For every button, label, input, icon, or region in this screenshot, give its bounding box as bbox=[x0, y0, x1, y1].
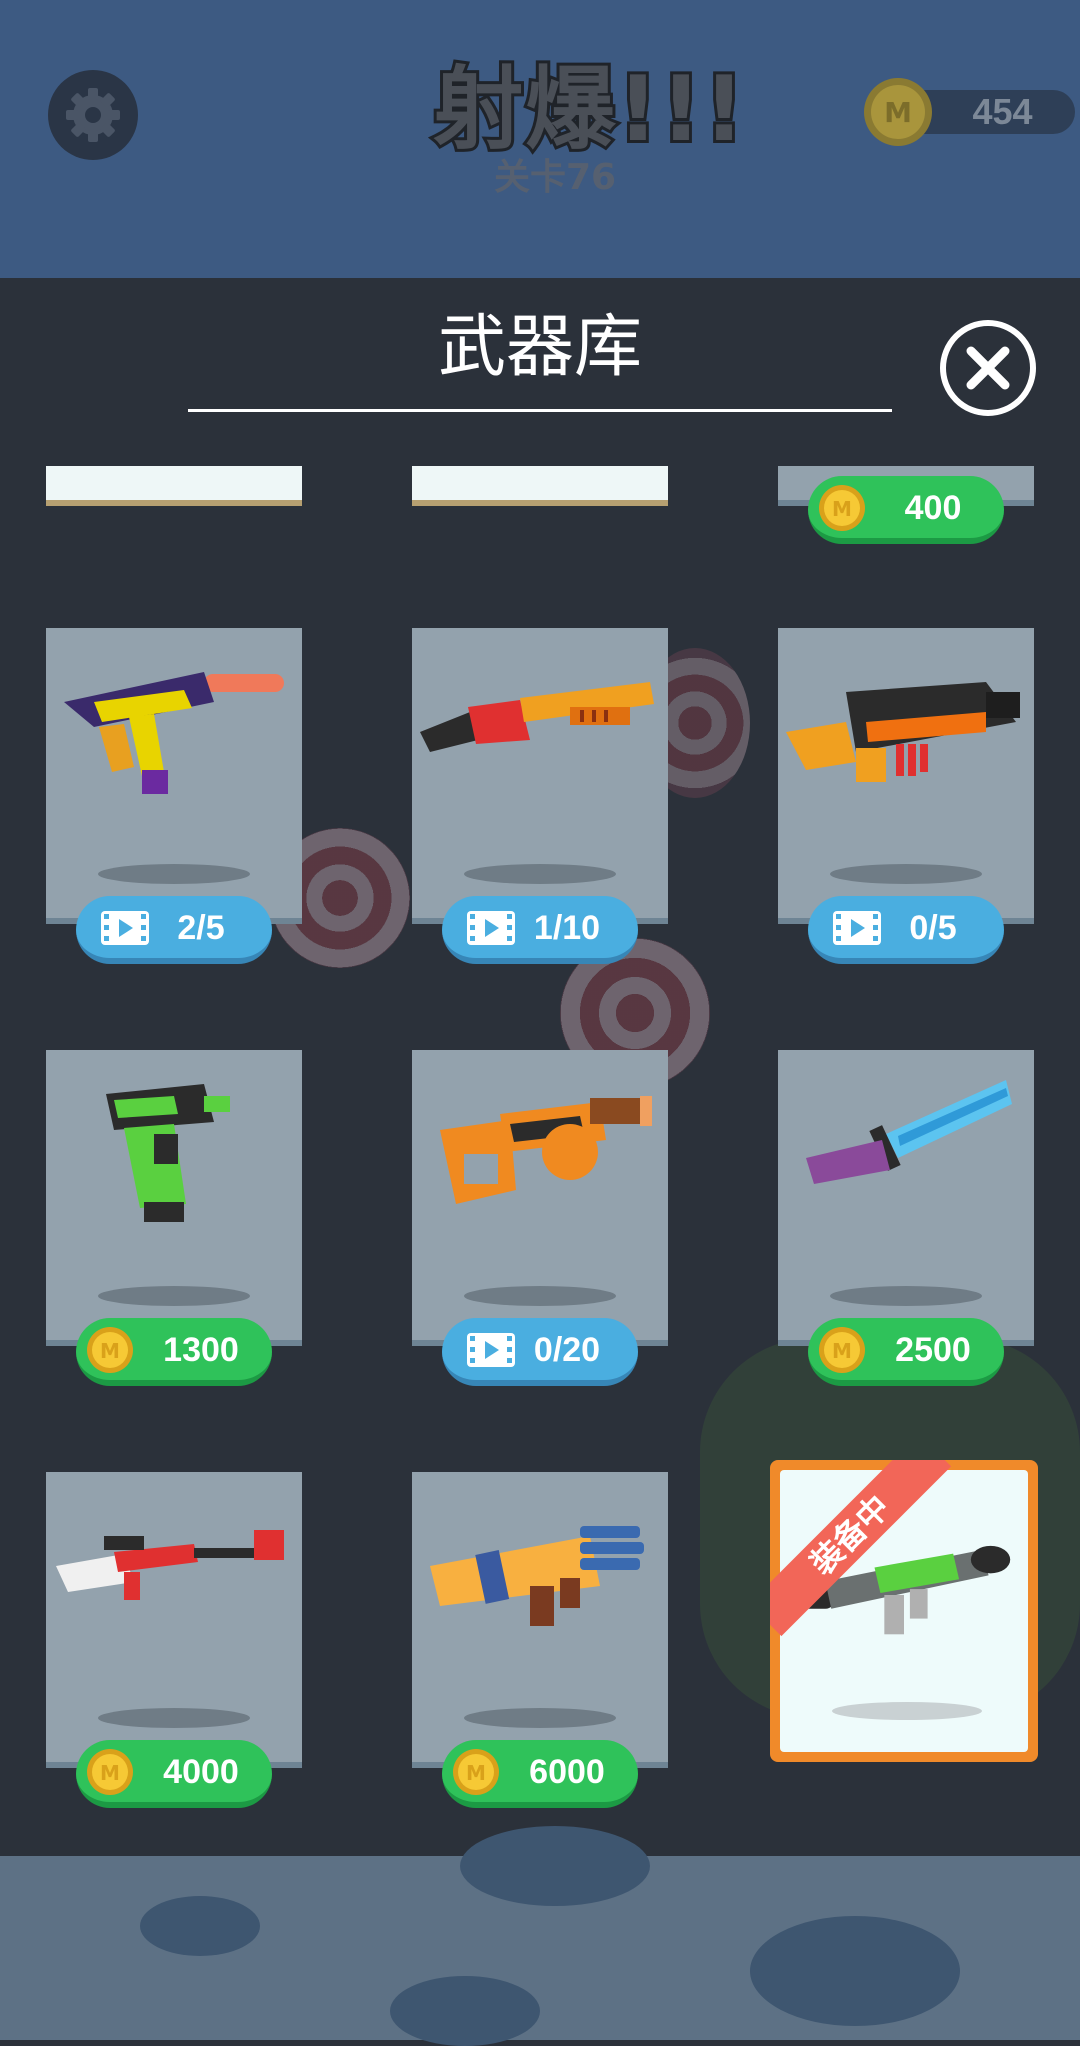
card-shadow bbox=[832, 1702, 982, 1720]
coin-icon: M bbox=[87, 1749, 133, 1795]
weapon-card-partial[interactable] bbox=[46, 466, 302, 506]
coin-icon: M bbox=[87, 1327, 133, 1373]
coin-icon: M bbox=[819, 1327, 865, 1373]
weapon-card[interactable] bbox=[412, 628, 668, 924]
close-button[interactable] bbox=[938, 318, 1038, 418]
weapon-card-partial[interactable] bbox=[412, 466, 668, 506]
level-label: 关卡76 bbox=[493, 157, 617, 198]
video-unlock-button[interactable]: 0/5 bbox=[808, 896, 1004, 964]
coin-count: 454 bbox=[972, 91, 1033, 132]
video-unlock-button[interactable]: 1/10 bbox=[442, 896, 638, 964]
card-shadow bbox=[464, 1286, 616, 1306]
card-shadow bbox=[98, 1708, 250, 1728]
card-shadow bbox=[464, 864, 616, 884]
price-label: 1300 bbox=[163, 1331, 239, 1369]
video-progress-label: 0/20 bbox=[533, 1331, 601, 1369]
close-icon bbox=[966, 346, 1010, 390]
video-progress-label: 1/10 bbox=[533, 909, 601, 947]
price-label: 4000 bbox=[163, 1753, 239, 1791]
background-puddle bbox=[140, 1896, 260, 1956]
svg-text:M: M bbox=[100, 1339, 120, 1363]
weapon-card[interactable] bbox=[412, 1050, 668, 1346]
svg-text:M: M bbox=[832, 497, 852, 521]
background-puddle bbox=[750, 1916, 960, 2026]
price-label: 400 bbox=[904, 489, 962, 527]
price-button[interactable]: M 1300 bbox=[76, 1318, 272, 1386]
pistol-green-black-icon bbox=[106, 1084, 230, 1222]
weapon-card[interactable] bbox=[778, 1050, 1034, 1346]
svg-text:M: M bbox=[832, 1339, 852, 1363]
video-progress-label: 0/5 bbox=[909, 909, 957, 947]
weapon-card[interactable] bbox=[778, 628, 1034, 924]
card-shadow bbox=[98, 1286, 250, 1306]
background-puddle bbox=[390, 1976, 540, 2046]
rifle-black-orange-icon bbox=[786, 682, 1020, 782]
price-button[interactable]: M 6000 bbox=[442, 1740, 638, 1808]
coin-icon: M bbox=[819, 485, 865, 531]
video-progress-label: 2/5 bbox=[177, 909, 225, 947]
blaster-orange-icon bbox=[440, 1096, 652, 1204]
weapon-card[interactable] bbox=[412, 1472, 668, 1768]
weapon-card[interactable] bbox=[46, 628, 302, 924]
weapon-library-panel: 武器库 M 400 2/5 1/10 0/5 M 1300 0/20 M 250… bbox=[0, 278, 1080, 1856]
card-shadow bbox=[98, 864, 250, 884]
card-shadow bbox=[464, 1708, 616, 1728]
gear-icon bbox=[66, 88, 120, 142]
video-unlock-button[interactable]: 2/5 bbox=[76, 896, 272, 964]
price-button[interactable]: M 2500 bbox=[808, 1318, 1004, 1386]
sniper-red-white-icon bbox=[56, 1530, 284, 1600]
price-button[interactable]: M 400 bbox=[808, 476, 1004, 544]
svg-text:M: M bbox=[100, 1761, 120, 1785]
weapon-card-equipped[interactable]: 装备中 bbox=[770, 1460, 1038, 1762]
panel-title: 武器库 bbox=[437, 308, 642, 387]
coin-icon: M bbox=[864, 78, 932, 146]
smg-purple-yellow-icon bbox=[64, 672, 284, 794]
gatling-yellow-blue-icon bbox=[430, 1526, 644, 1626]
background-puddle bbox=[460, 1826, 650, 1906]
top-hud: 射爆!!! 关卡76 M 454 bbox=[0, 0, 1080, 278]
card-shadow bbox=[830, 1286, 982, 1306]
knife-blue-icon bbox=[806, 1080, 1012, 1184]
weapon-card[interactable] bbox=[46, 1050, 302, 1346]
title-divider bbox=[188, 409, 892, 412]
price-label: 2500 bbox=[895, 1331, 971, 1369]
weapon-card[interactable] bbox=[46, 1472, 302, 1768]
price-button[interactable]: M 4000 bbox=[76, 1740, 272, 1808]
svg-text:M: M bbox=[884, 96, 912, 129]
video-unlock-button[interactable]: 0/20 bbox=[442, 1318, 638, 1386]
settings-button[interactable] bbox=[48, 70, 138, 160]
background-scene bbox=[0, 1826, 1080, 2046]
svg-text:M: M bbox=[466, 1761, 486, 1785]
coin-icon: M bbox=[453, 1749, 499, 1795]
card-shadow bbox=[830, 864, 982, 884]
price-label: 6000 bbox=[529, 1753, 605, 1791]
shotgun-red-orange-icon bbox=[420, 682, 654, 752]
game-title: 射爆!!! bbox=[430, 54, 747, 165]
